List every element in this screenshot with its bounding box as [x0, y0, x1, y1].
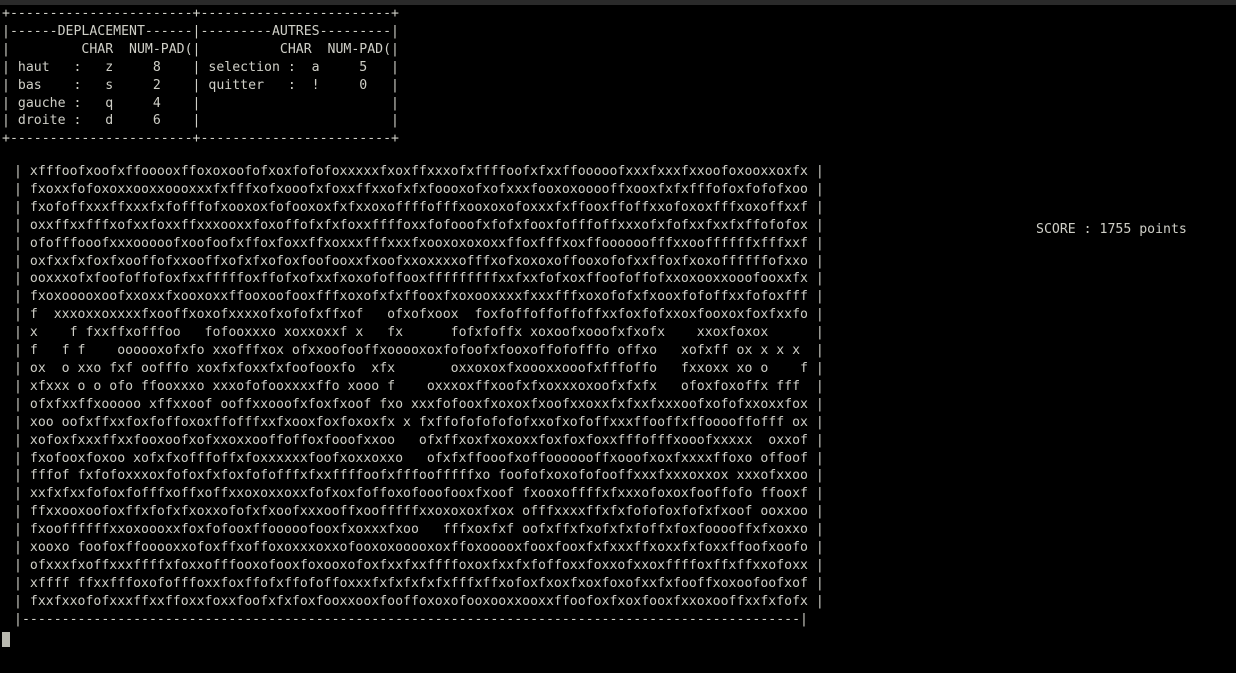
- help-panel: +-----------------------+---------------…: [2, 5, 399, 148]
- help-panel-ascii: +-----------------------+---------------…: [2, 6, 399, 147]
- score-display: SCORE : 1755 points: [1036, 221, 1187, 239]
- game-board[interactable]: | xfffoofxoofxffooooxffoxoxoofofxoxfofof…: [14, 163, 824, 629]
- terminal-cursor: [2, 632, 10, 647]
- terminal-screen: +-----------------------+---------------…: [0, 0, 1236, 673]
- score-text: SCORE : 1755 points: [1036, 222, 1187, 237]
- game-board-rows[interactable]: | xfffoofxoofxffooooxffoxoxoofofxoxfofof…: [14, 163, 824, 629]
